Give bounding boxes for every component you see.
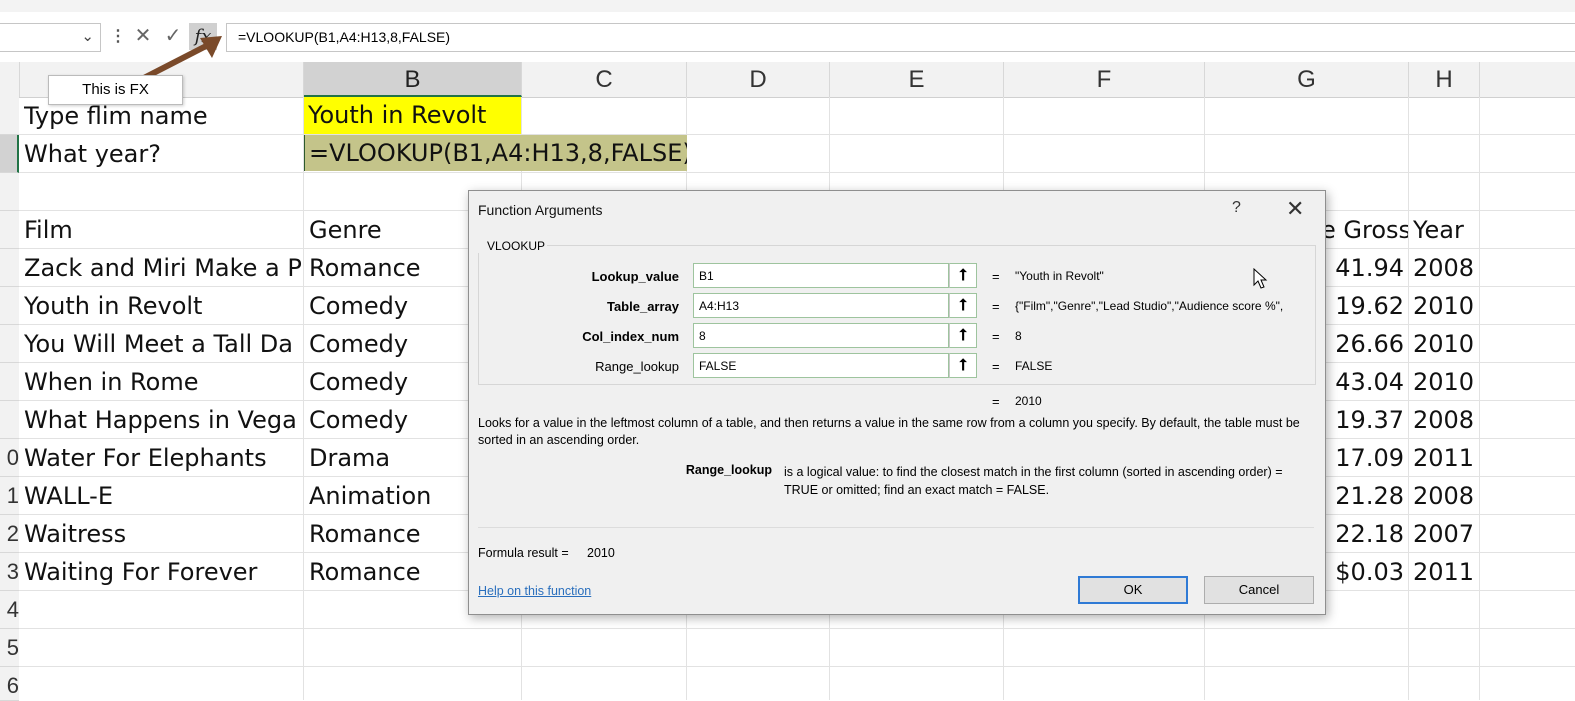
help-on-function-link[interactable]: Help on this function [478, 584, 591, 598]
collapse-dialog-icon[interactable]: ⭡ [949, 323, 977, 348]
row-header[interactable]: 3 [0, 553, 19, 591]
table-cell-film[interactable]: You Will Meet a Tall Da [24, 326, 302, 363]
grid-line [303, 97, 304, 700]
table-cell-film[interactable]: Youth in Revolt [24, 288, 302, 325]
arg-result: 8 [1015, 329, 1022, 343]
row-header[interactable] [0, 401, 19, 439]
table-cell-year[interactable]: 2007 [1413, 516, 1479, 553]
arg-result: FALSE [1015, 359, 1053, 373]
column-header-h[interactable]: H [1409, 62, 1480, 97]
collapse-dialog-icon[interactable]: ⭡ [949, 353, 977, 378]
function-name: VLOOKUP [478, 239, 548, 253]
cancel-button[interactable]: Cancel [1204, 576, 1314, 604]
row-header[interactable] [0, 211, 19, 249]
chevron-down-icon[interactable]: ⌄ [81, 27, 94, 45]
row-header[interactable] [0, 97, 19, 135]
header-year[interactable]: Year [1413, 212, 1479, 249]
cell-b1[interactable]: Youth in Revolt [304, 97, 521, 134]
function-arguments-dialog: Function Arguments ? ✕ VLOOKUP Lookup_va… [468, 190, 1326, 615]
table-cell-year[interactable]: 2010 [1413, 326, 1479, 363]
row-header[interactable]: 2 [0, 515, 19, 553]
table-cell-film[interactable]: Waitress [24, 516, 302, 553]
dialog-title: Function Arguments [478, 202, 603, 218]
equals-sign: = [992, 359, 1000, 374]
table-cell-year[interactable]: 2008 [1413, 250, 1479, 287]
function-description: Looks for a value in the leftmost column… [478, 416, 1300, 447]
row-header[interactable] [0, 249, 19, 287]
collapse-dialog-icon[interactable]: ⭡ [949, 293, 977, 318]
formula-result-value: 2010 [587, 546, 615, 560]
collapse-dialog-icon[interactable]: ⭡ [949, 263, 977, 288]
arg-help-name: Range_lookup [685, 463, 772, 477]
row-header-selected[interactable] [0, 135, 19, 173]
name-box[interactable]: ⌄ [0, 23, 101, 52]
table-cell-film[interactable]: Waiting For Forever [24, 554, 302, 591]
help-icon[interactable]: ? [1232, 199, 1241, 217]
column-header-c[interactable]: C [522, 62, 687, 97]
equals-sign: = [992, 329, 1000, 344]
grid-line [19, 666, 1575, 667]
row-header[interactable] [0, 363, 19, 401]
column-header-f[interactable]: F [1004, 62, 1205, 97]
formula-input[interactable]: =VLOOKUP(B1,A4:H13,8,FALSE) [226, 23, 1575, 52]
arg-label-table-array: Table_array [606, 299, 679, 314]
cell-b2-formula[interactable]: =VLOOKUP(B1,A4:H13,8,FALSE) [304, 135, 687, 171]
select-all-corner[interactable] [0, 62, 20, 97]
row-header[interactable]: 0 [0, 439, 19, 477]
row-header[interactable]: 4 [0, 591, 19, 629]
overall-result: 2010 [1015, 394, 1042, 408]
cell-a2[interactable]: What year? [24, 136, 302, 173]
more-options-icon[interactable]: ⋮ [110, 26, 126, 46]
lookup-value-input[interactable]: B1 [693, 263, 949, 288]
fx-tooltip: This is FX [48, 75, 183, 105]
equals-sign: = [992, 269, 1000, 284]
table-array-input[interactable]: A4:H13 [693, 293, 949, 318]
header-film[interactable]: Film [24, 212, 302, 249]
grid-line [1479, 97, 1480, 700]
table-cell-year[interactable]: 2011 [1413, 440, 1479, 477]
column-header-b[interactable]: B [304, 62, 522, 97]
table-cell-film[interactable]: Zack and Miri Make a P [24, 250, 302, 287]
row-header[interactable] [0, 325, 19, 363]
table-cell-year[interactable]: 2008 [1413, 478, 1479, 515]
row-header[interactable] [0, 287, 19, 325]
arg-result: "Youth in Revolt" [1015, 269, 1104, 283]
mouse-cursor-icon [1253, 268, 1268, 289]
column-header-g[interactable]: G [1205, 62, 1409, 97]
arg-label-range-lookup: Range_lookup [595, 359, 679, 374]
arg-label-lookup-value: Lookup_value [591, 269, 679, 284]
grid-line [19, 628, 1575, 629]
arg-label-col-index-num: Col_index_num [582, 329, 679, 344]
row-header[interactable]: 1 [0, 477, 19, 515]
table-cell-film[interactable]: Water For Elephants [24, 440, 302, 477]
header-gross[interactable]: e Gross [1321, 212, 1408, 249]
column-header-e[interactable]: E [830, 62, 1004, 97]
row-header[interactable] [0, 173, 19, 211]
table-cell-film[interactable]: What Happens in Vega [24, 402, 302, 439]
grid-line [1408, 97, 1409, 700]
equals-sign: = [992, 394, 1000, 409]
close-icon[interactable]: ✕ [1286, 196, 1304, 222]
arg-result: {"Film","Genre","Lead Studio","Audience … [1015, 299, 1284, 313]
ok-button[interactable]: OK [1078, 576, 1188, 604]
arg-help-text: is a logical value: to find the closest … [784, 465, 1283, 497]
column-header-d[interactable]: D [687, 62, 830, 97]
table-cell-year[interactable]: 2010 [1413, 288, 1479, 325]
row-header[interactable]: 6 [0, 667, 19, 701]
range-lookup-input[interactable]: FALSE [693, 353, 949, 378]
table-cell-film[interactable]: WALL-E [24, 478, 302, 515]
table-cell-year[interactable]: 2011 [1413, 554, 1479, 591]
divider [478, 527, 1314, 528]
formula-result-label: Formula result = [478, 546, 569, 560]
col-index-num-input[interactable]: 8 [693, 323, 949, 348]
table-cell-year[interactable]: 2008 [1413, 402, 1479, 439]
formula-text: =VLOOKUP(B1,A4:H13,8,FALSE) [238, 29, 451, 45]
equals-sign: = [992, 299, 1000, 314]
table-cell-year[interactable]: 2010 [1413, 364, 1479, 401]
table-cell-film[interactable]: When in Rome [24, 364, 302, 401]
row-header[interactable]: 5 [0, 629, 19, 667]
